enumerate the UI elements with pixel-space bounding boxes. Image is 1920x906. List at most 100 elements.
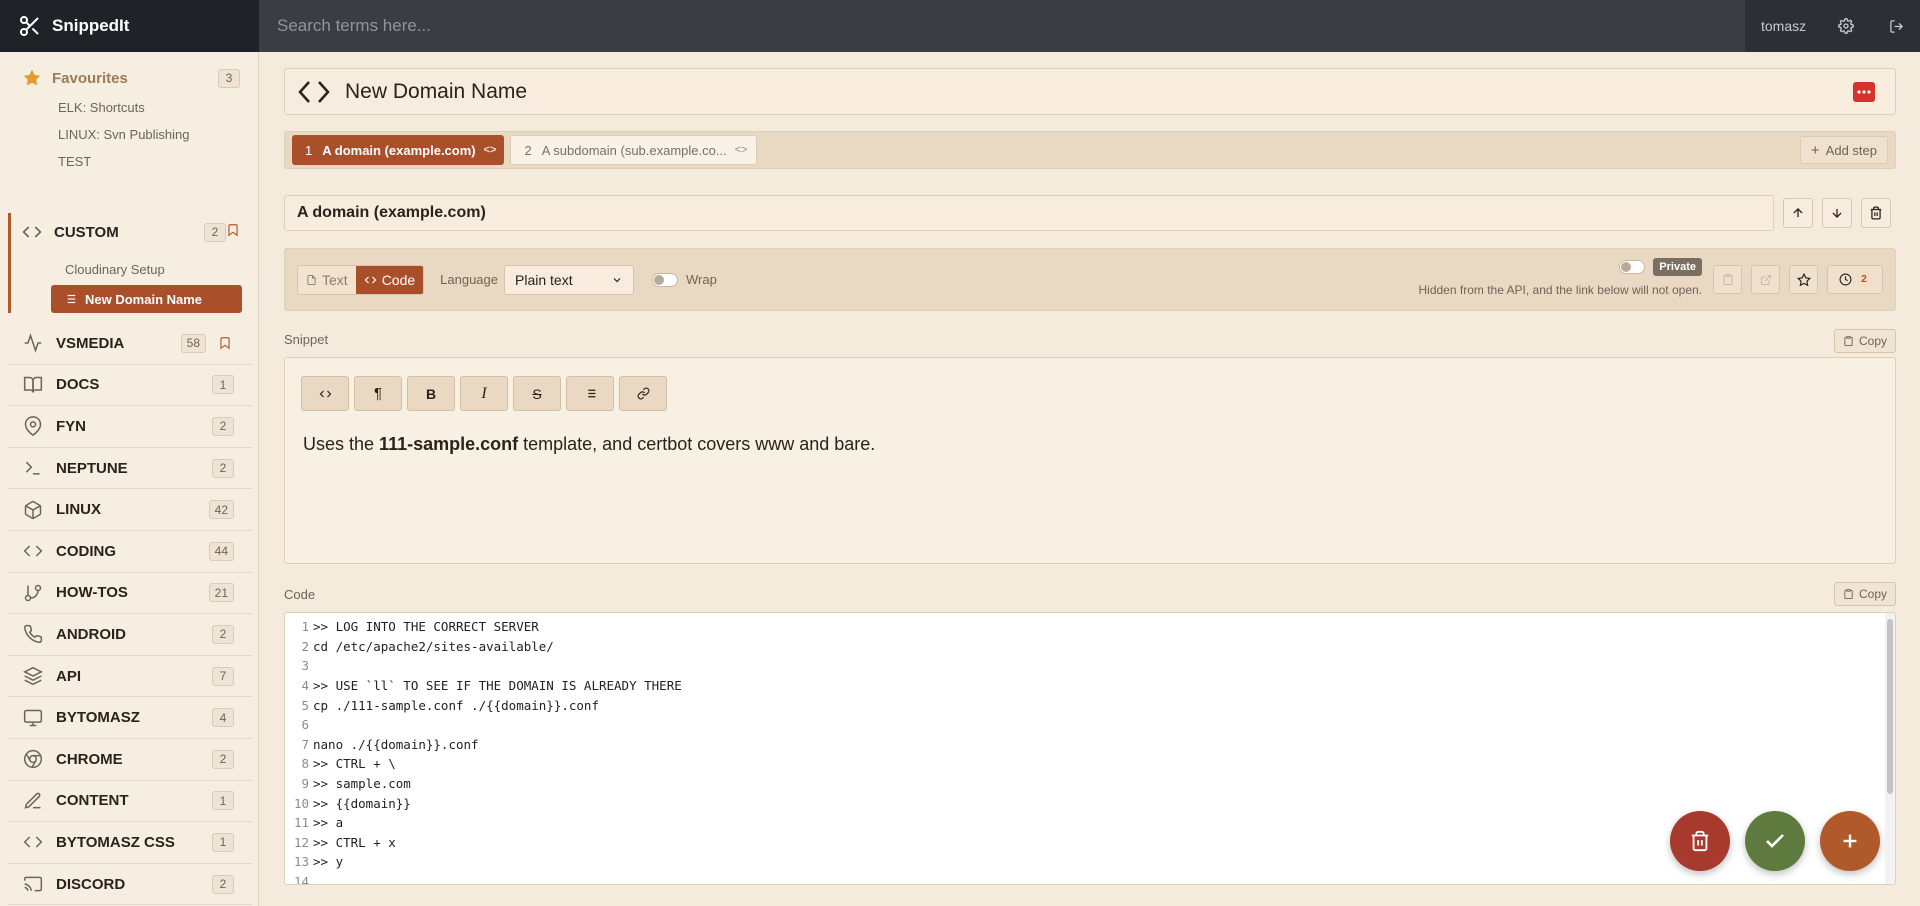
scrollbar-thumb[interactable] <box>1887 619 1893 794</box>
language-label: Language <box>440 272 498 287</box>
favourite-item[interactable]: ELK: Shortcuts <box>0 94 258 121</box>
category-custom-header[interactable]: CUSTOM 2 <box>11 213 252 251</box>
username[interactable]: tomasz <box>1761 18 1806 34</box>
category-count: 4 <box>212 708 234 728</box>
private-toggle[interactable] <box>1619 260 1646 274</box>
bold-icon: B <box>425 385 437 402</box>
settings-gear-icon[interactable] <box>1836 16 1856 36</box>
category-fyn[interactable]: FYN 2 <box>8 406 252 448</box>
private-badge: Private <box>1653 258 1702 276</box>
editor-options: Text Code Language Plain text Wrap Priva… <box>284 248 1896 311</box>
open-link-button[interactable] <box>1751 265 1780 294</box>
move-up-button[interactable] <box>1783 198 1813 228</box>
step-tab-1[interactable]: 1 A domain (example.com) <> <box>292 135 505 165</box>
favourite-item[interactable]: LINUX: Svn Publishing <box>0 121 258 148</box>
language-select[interactable]: Plain text <box>504 264 634 295</box>
code-text: >> CTRL + x <box>313 834 396 850</box>
strikethrough-button[interactable]: S <box>513 376 561 411</box>
map-pin-icon <box>22 415 44 437</box>
category-count: 21 <box>208 583 234 603</box>
code-text: cp ./111-sample.conf ./{{domain}}.conf <box>313 697 599 713</box>
category-android[interactable]: ANDROID 2 <box>8 614 252 656</box>
category-how-tos[interactable]: HOW-TOS 21 <box>8 573 252 615</box>
top-bar: SnippedIt tomasz <box>0 0 1920 52</box>
copy-code-button[interactable]: Copy <box>1833 582 1896 606</box>
line-number: 1 <box>301 619 309 635</box>
code-mode-button[interactable]: Code <box>355 265 424 294</box>
category-label: DISCORD <box>56 875 126 893</box>
add-fab[interactable] <box>1820 811 1880 871</box>
history-button[interactable]: 2 <box>1827 265 1883 294</box>
code-line: 7 nano ./{{domain}}.conf <box>285 735 682 755</box>
copy-label: Copy <box>1858 334 1887 348</box>
category-bytomasz[interactable]: BYTOMASZ 4 <box>8 697 252 739</box>
code-text: nano ./{{domain}}.conf <box>313 736 479 752</box>
copy-snippet-button[interactable]: Copy <box>1833 329 1896 353</box>
category-api[interactable]: API 7 <box>8 656 252 698</box>
snippet-editor[interactable]: ¶ B I S Uses the 111-sample.conf templat… <box>284 357 1896 564</box>
category-label: DOCS <box>56 376 100 394</box>
code-line: 5 cp ./111-sample.conf ./{{domain}}.conf <box>285 695 682 715</box>
category-linux[interactable]: LINUX 42 <box>8 489 252 531</box>
privacy-area: Private Hidden from the API, and the lin… <box>1419 258 1702 297</box>
delete-step-button[interactable] <box>1861 198 1891 228</box>
star-icon <box>1796 272 1811 286</box>
phone-icon <box>22 623 44 645</box>
snippet-item-active[interactable]: New Domain Name <box>51 285 242 313</box>
activity-icon <box>22 332 44 354</box>
category-neptune[interactable]: NEPTUNE 2 <box>8 448 252 490</box>
step-title-input[interactable]: A domain (example.com) <box>284 195 1774 231</box>
category-content[interactable]: CONTENT 1 <box>8 781 252 823</box>
step-label: A domain (example.com) <box>322 142 476 158</box>
move-down-button[interactable] <box>1822 198 1852 228</box>
brand[interactable]: SnippedIt <box>0 0 259 52</box>
add-step-button[interactable]: + Add step <box>1799 136 1888 164</box>
paragraph-button[interactable]: ¶ <box>354 376 402 411</box>
favourite-item[interactable]: TEST <box>0 148 258 175</box>
snippet-item[interactable]: Cloudinary Setup <box>11 255 252 283</box>
logout-icon[interactable] <box>1886 16 1906 36</box>
category-coding[interactable]: CODING 44 <box>8 531 252 573</box>
category-label: CHROME <box>56 750 123 768</box>
search-input[interactable] <box>277 16 1745 36</box>
text-mode-button[interactable]: Text <box>298 265 356 294</box>
language-value: Plain text <box>515 271 573 288</box>
code-format-button[interactable] <box>301 376 349 411</box>
wrap-toggle[interactable] <box>652 272 678 287</box>
line-number: 5 <box>301 697 309 713</box>
delete-fab[interactable] <box>1670 811 1730 871</box>
save-fab[interactable] <box>1745 811 1805 871</box>
favourites-header[interactable]: Favourites 3 <box>0 52 258 92</box>
code-editor[interactable]: 1 >> LOG INTO THE CORRECT SERVER 2 cd /etc/… <box>284 612 1896 885</box>
bold-button[interactable]: B <box>407 376 455 411</box>
line-number: 2 <box>301 638 309 654</box>
category-chrome[interactable]: CHROME 2 <box>8 739 252 781</box>
bookmark-icon[interactable] <box>216 334 234 352</box>
wrap-label: Wrap <box>686 272 717 287</box>
git-branch-icon <box>22 582 44 604</box>
category-discord[interactable]: DISCORD 2 <box>8 864 252 906</box>
snippet-title[interactable]: New Domain Name <box>345 80 1853 104</box>
line-number: 10 <box>293 795 309 811</box>
link-button[interactable] <box>619 376 667 411</box>
code-line: 3 <box>285 656 682 676</box>
italic-button[interactable]: I <box>460 376 508 411</box>
code-icon <box>319 390 331 397</box>
list-button[interactable] <box>566 376 614 411</box>
step-number: 1 <box>305 142 313 158</box>
step-tab-2[interactable]: 2 A subdomain (sub.example.co... <> <box>510 135 757 165</box>
category-bytomasz-css[interactable]: BYTOMASZ CSS 1 <box>8 822 252 864</box>
favourite-button[interactable] <box>1789 265 1818 294</box>
favourites-count: 3 <box>218 68 240 88</box>
code-line: 4 >> USE `ll` TO SEE IF THE DOMAIN IS ALR… <box>285 676 681 696</box>
category-count: 2 <box>212 749 234 769</box>
category-docs[interactable]: DOCS 1 <box>8 365 252 407</box>
category-vsmedia[interactable]: VSMEDIA 58 <box>8 323 252 365</box>
more-options-icon[interactable] <box>1853 81 1875 102</box>
line-number: 3 <box>301 658 309 674</box>
code-line: 1 >> LOG INTO THE CORRECT SERVER <box>285 617 682 637</box>
copy-link-button[interactable] <box>1713 265 1742 294</box>
code-line: 10 >> {{domain}} <box>285 793 682 813</box>
code-scrollbar[interactable] <box>1885 613 1895 884</box>
bookmark-icon[interactable] <box>226 223 240 242</box>
